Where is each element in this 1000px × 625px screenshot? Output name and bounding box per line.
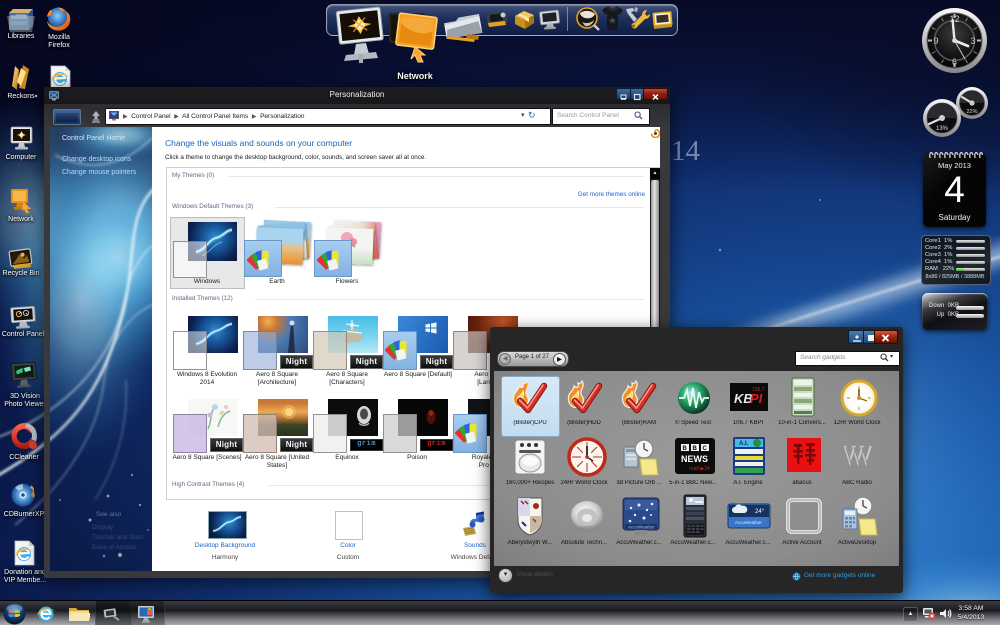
svg-text:C: C — [703, 446, 708, 452]
svg-text:NEWS: NEWS — [681, 454, 708, 464]
svg-text:24°: 24° — [755, 509, 765, 515]
svg-text:road ▶24: road ▶24 — [689, 466, 710, 472]
svg-text:AccuWeather: AccuWeather — [735, 520, 762, 525]
svg-text:AccuWeather: AccuWeather — [628, 525, 655, 530]
svg-text:B: B — [693, 446, 698, 452]
svg-text:106.7: 106.7 — [752, 387, 765, 393]
svg-text:13%: 13% — [936, 126, 949, 132]
svg-text:9: 9 — [933, 36, 938, 46]
svg-text:A.I.: A.I. — [739, 441, 749, 447]
svg-text:PI: PI — [750, 391, 763, 406]
svg-text:22%: 22% — [966, 109, 977, 115]
svg-text:3: 3 — [970, 36, 975, 46]
svg-text:B: B — [683, 446, 688, 452]
